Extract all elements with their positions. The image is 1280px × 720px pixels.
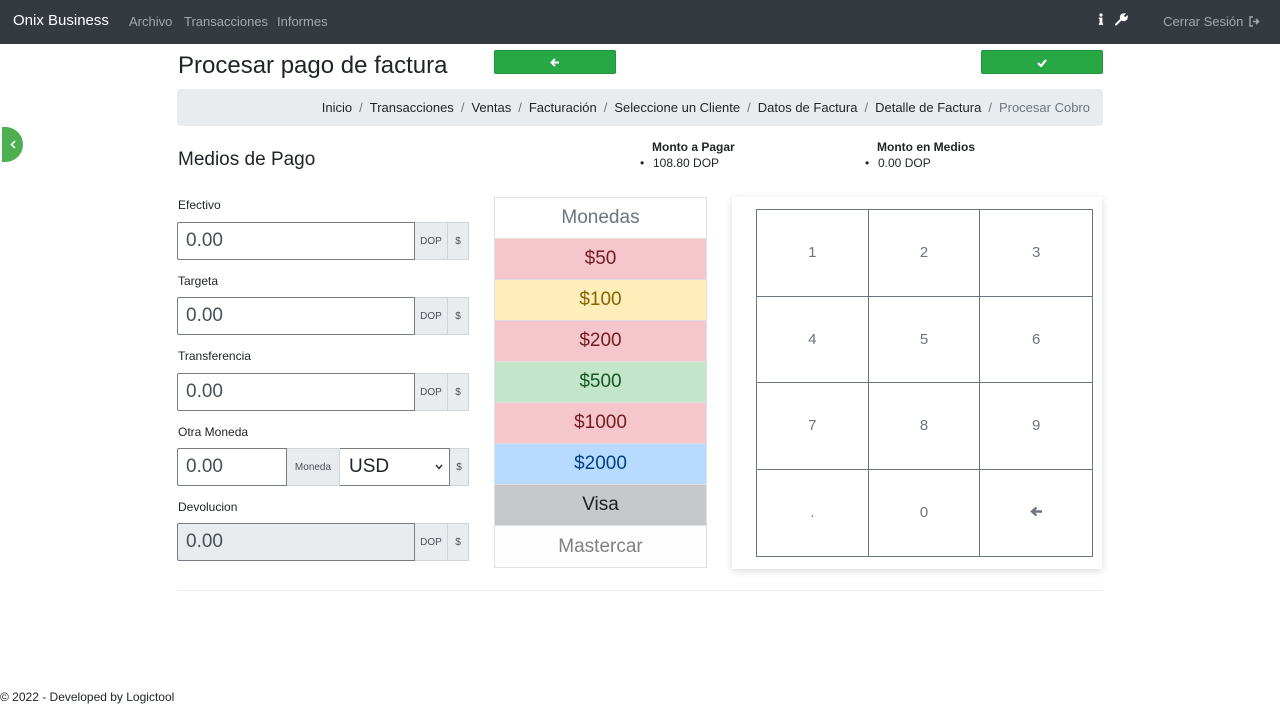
nav-link-transacciones[interactable]: Transacciones	[184, 14, 268, 29]
amount-to-pay-value: 108.80 DOP	[639, 156, 735, 170]
logout-link[interactable]: Cerrar Sesión	[1163, 14, 1260, 30]
back-button[interactable]	[494, 50, 616, 74]
info-icon[interactable]	[1098, 13, 1104, 29]
amount-in-media: Monto en Medios 0.00 DOP	[864, 140, 975, 170]
otra-moneda-input[interactable]: 0.00	[177, 448, 287, 486]
nav-link-informes[interactable]: Informes	[277, 14, 328, 29]
key-3[interactable]: 3	[980, 210, 1092, 297]
key-dot[interactable]: .	[757, 469, 869, 556]
key-8[interactable]: 8	[868, 383, 981, 470]
amount-in-media-value: 0.00 DOP	[864, 156, 975, 170]
devolucion-currency: DOP	[415, 523, 448, 561]
efectivo-label: Efectivo	[178, 198, 221, 212]
key-6[interactable]: 6	[980, 297, 1092, 383]
key-4[interactable]: 4	[757, 296, 869, 383]
arrow-left-icon	[550, 55, 560, 70]
targeta-label: Targeta	[178, 274, 219, 288]
transferencia-group: 0.00 DOP $	[177, 373, 469, 411]
sign-out-icon	[1249, 15, 1260, 30]
breadcrumb-transacciones[interactable]: Transacciones	[370, 100, 454, 115]
nav-link-archivo[interactable]: Archivo	[129, 14, 172, 29]
key-backspace[interactable]	[980, 470, 1092, 557]
denominations-header: Monedas	[495, 198, 706, 239]
chevron-left-icon	[9, 137, 16, 152]
breadcrumb-procesar-cobro: Procesar Cobro	[998, 100, 1090, 115]
key-0[interactable]: 0	[869, 469, 981, 556]
amount-in-media-label: Monto en Medios	[877, 140, 975, 154]
breadcrumb-ventas[interactable]: Ventas	[471, 100, 511, 115]
confirm-button[interactable]	[981, 50, 1103, 74]
footer: © 2022 - Developed by Logictool	[0, 690, 175, 704]
breadcrumb: Inicio / Transacciones / Ventas / Facturaci…	[177, 89, 1103, 126]
denom-200-button[interactable]: $200	[495, 321, 706, 362]
key-5[interactable]: 5	[868, 296, 981, 383]
key-9[interactable]: 9	[980, 383, 1092, 470]
denom-500-button[interactable]: $500	[495, 362, 706, 403]
transferencia-label: Transferencia	[178, 349, 251, 363]
devolucion-symbol: $	[448, 523, 469, 561]
currency-select-value: USD	[349, 456, 390, 477]
breadcrumb-detalle-factura[interactable]: Detalle de Factura	[875, 100, 981, 115]
transferencia-input[interactable]: 0.00	[177, 373, 415, 411]
denom-2000-button[interactable]: $2000	[495, 444, 706, 485]
keypad: 1 2 3 4 5 6 7 8 9 . 0	[756, 209, 1093, 557]
transferencia-currency: DOP	[415, 373, 448, 411]
amount-to-pay-label: Monto a Pagar	[652, 140, 735, 154]
targeta-symbol: $	[448, 297, 469, 335]
targeta-group: 0.00 DOP $	[177, 297, 469, 335]
otra-moneda-group: 0.00 Moneda USD $	[177, 448, 469, 486]
divider	[177, 590, 1103, 591]
logout-label: Cerrar Sesión	[1163, 14, 1244, 29]
sidebar-toggle[interactable]	[2, 127, 23, 162]
targeta-currency: DOP	[415, 297, 448, 335]
check-icon	[1037, 55, 1047, 70]
amount-to-pay: Monto a Pagar 108.80 DOP	[639, 140, 735, 170]
transferencia-symbol: $	[448, 373, 469, 411]
efectivo-input[interactable]: 0.00	[177, 222, 415, 260]
currency-select[interactable]: USD	[340, 448, 450, 486]
breadcrumb-seleccione-cliente[interactable]: Seleccione un Cliente	[614, 100, 740, 115]
breadcrumb-inicio[interactable]: Inicio	[322, 100, 352, 115]
key-1[interactable]: 1	[757, 210, 869, 297]
brand[interactable]: Onix Business	[13, 12, 109, 29]
chevron-down-icon	[435, 462, 443, 473]
breadcrumb-facturacion[interactable]: Facturación	[529, 100, 597, 115]
devolucion-group: 0.00 DOP $	[177, 523, 469, 561]
arrow-left-icon	[1029, 504, 1043, 521]
efectivo-symbol: $	[448, 222, 469, 260]
denom-1000-button[interactable]: $1000	[495, 403, 706, 444]
efectivo-currency: DOP	[415, 222, 448, 260]
denom-50-button[interactable]: $50	[495, 239, 706, 280]
devolucion-label: Devolucion	[178, 500, 238, 514]
efectivo-group: 0.00 DOP $	[177, 222, 469, 260]
denominations-list: Monedas $50 $100 $200 $500 $1000 $2000 V…	[494, 197, 707, 568]
otra-moneda-label: Otra Moneda	[178, 425, 249, 439]
section-title: Medios de Pago	[178, 149, 316, 170]
devolucion-input: 0.00	[177, 523, 415, 561]
page-title: Procesar pago de factura	[178, 52, 448, 79]
key-7[interactable]: 7	[757, 383, 869, 470]
mastercard-button[interactable]: Mastercar	[495, 526, 706, 567]
otra-moneda-symbol: $	[450, 448, 469, 486]
targeta-input[interactable]: 0.00	[177, 297, 415, 335]
key-2[interactable]: 2	[868, 210, 981, 297]
denom-100-button[interactable]: $100	[495, 280, 706, 321]
breadcrumb-datos-factura[interactable]: Datos de Factura	[758, 100, 858, 115]
otra-moneda-addon: Moneda	[287, 448, 340, 486]
wrench-icon[interactable]	[1115, 13, 1128, 29]
visa-button[interactable]: Visa	[495, 485, 706, 526]
navbar: Onix Business Archivo Transacciones Info…	[0, 0, 1280, 44]
